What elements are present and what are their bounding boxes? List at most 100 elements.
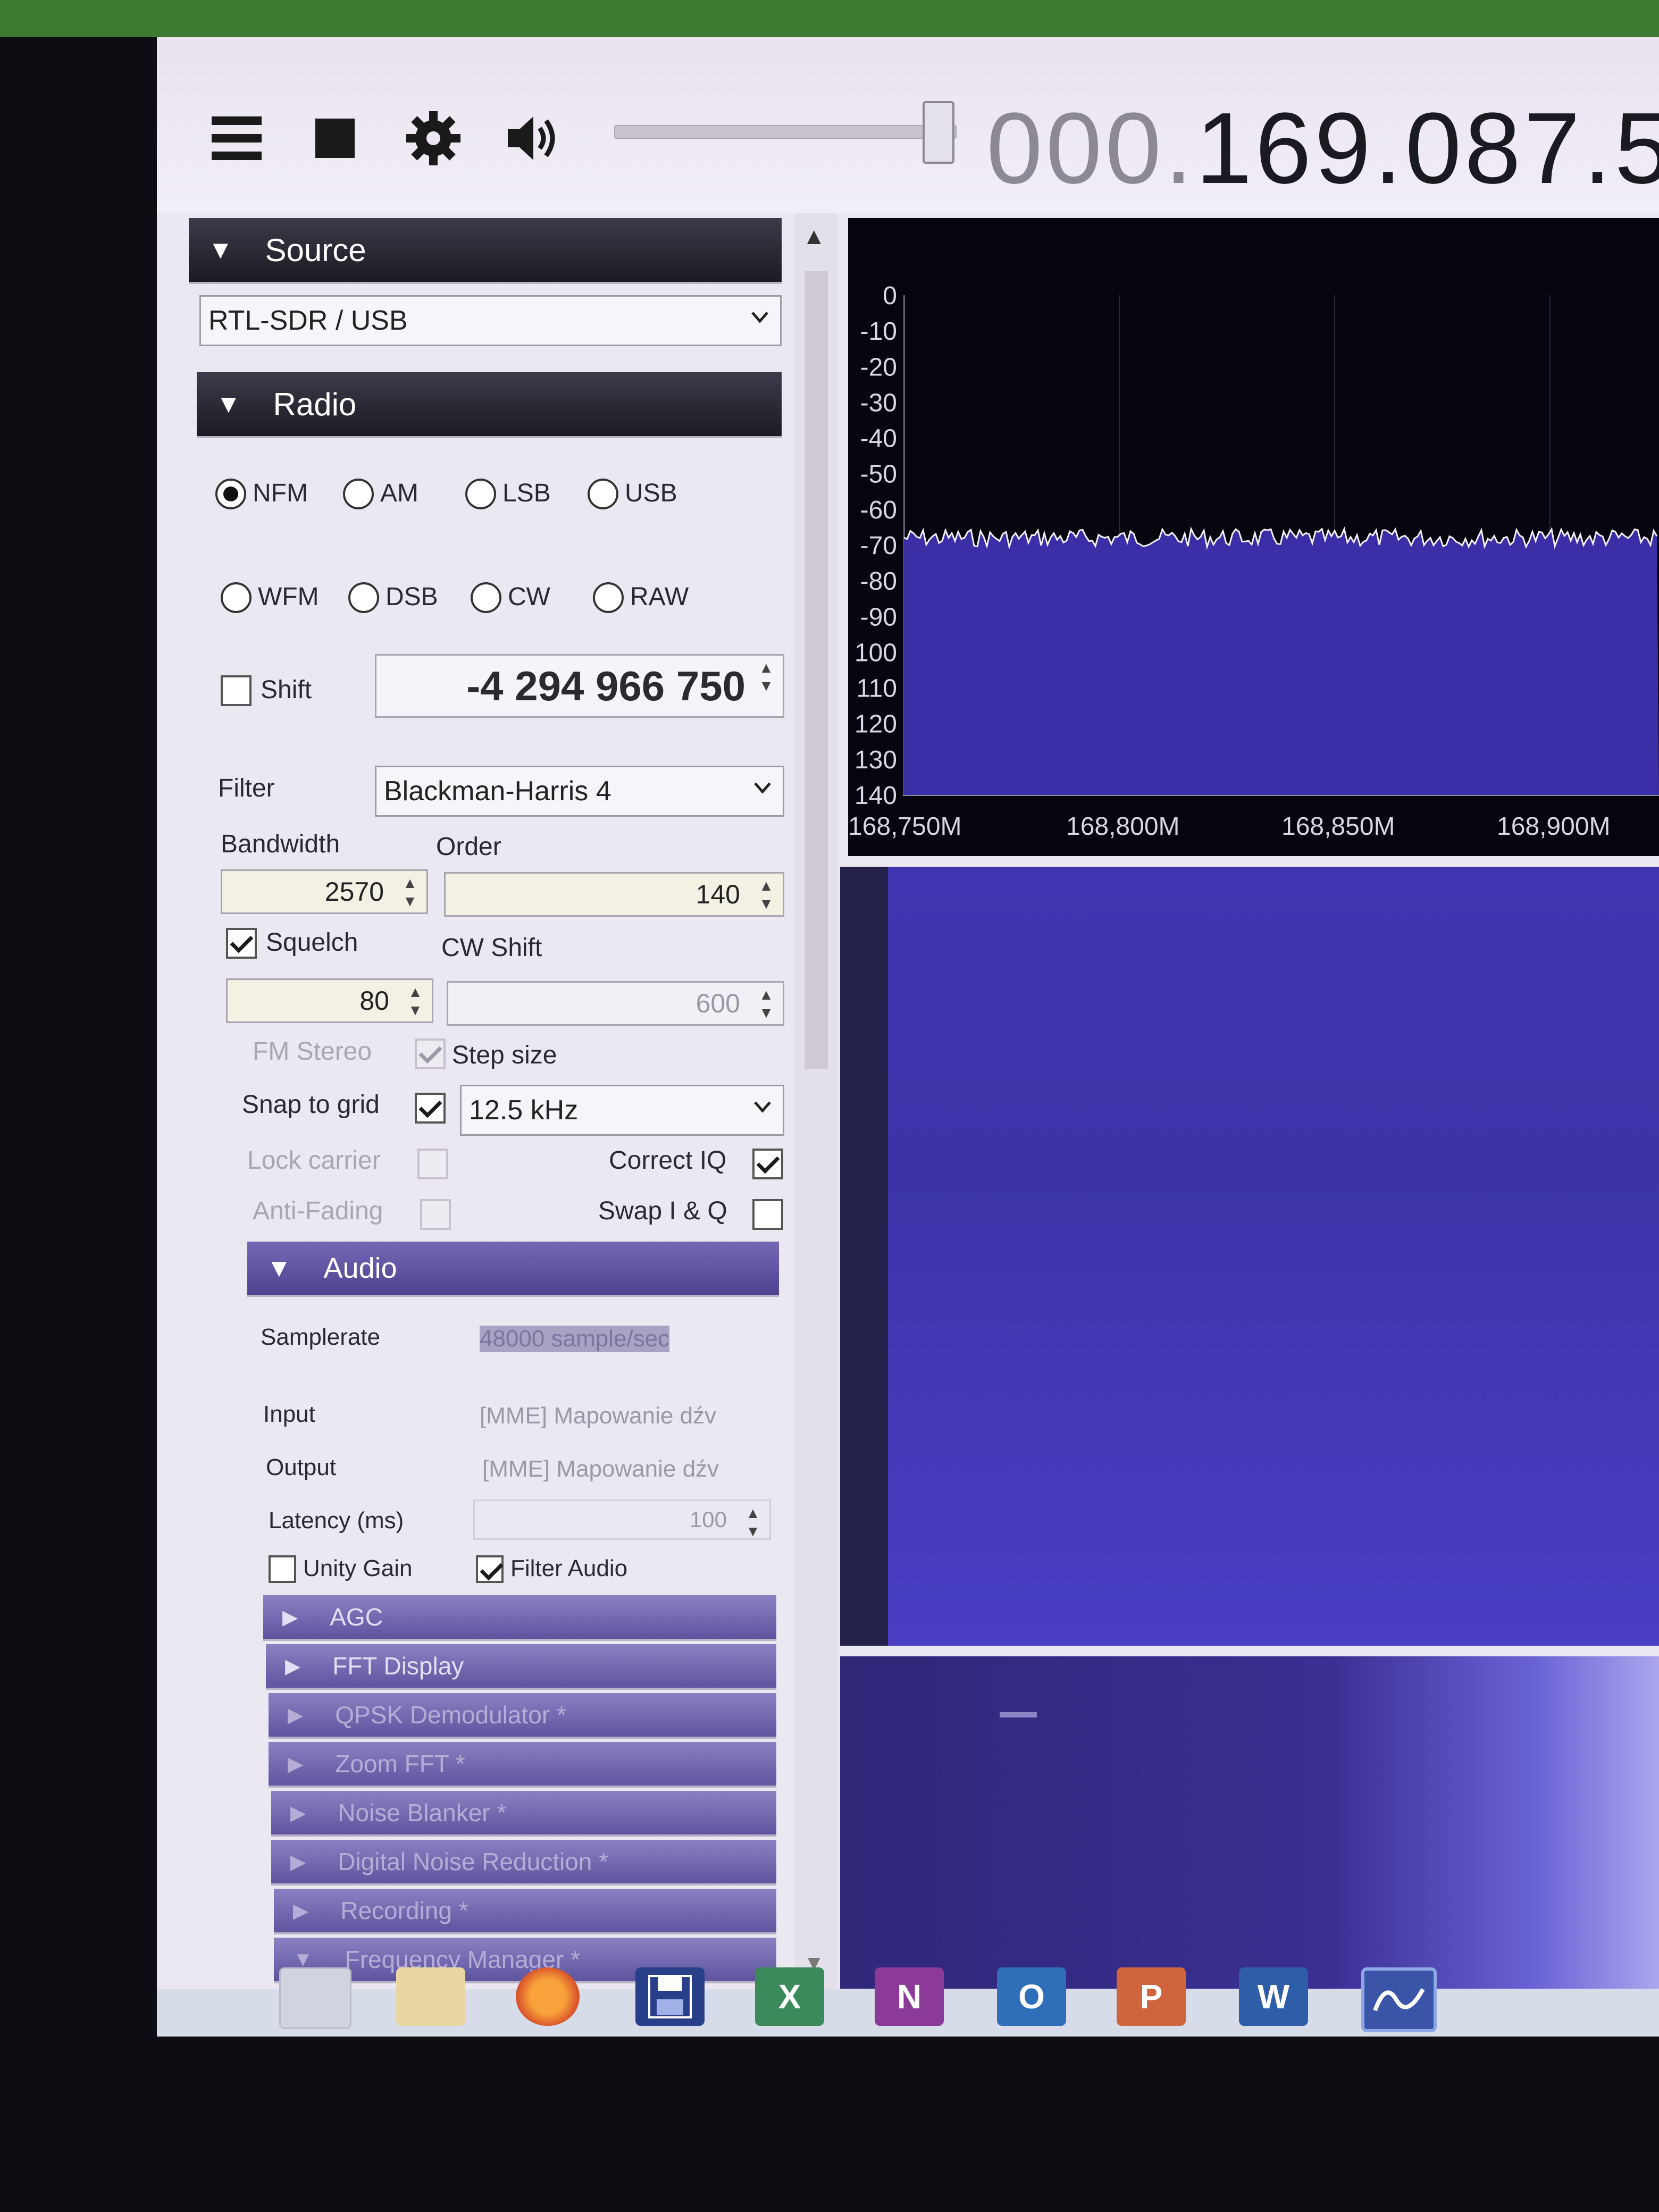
- agc-title: AGC: [330, 1603, 383, 1631]
- onenote-icon[interactable]: N: [875, 1967, 944, 2026]
- expand-triangle-icon: ▶: [290, 1802, 306, 1824]
- x-tick-label: 168,750M: [848, 812, 962, 841]
- samplerate-select[interactable]: 48000 sample/sec: [471, 1313, 768, 1364]
- snap-to-grid-label: Snap to grid: [242, 1091, 380, 1119]
- radio-title: Radio: [273, 386, 357, 422]
- sdrsharp-icon[interactable]: [1361, 1967, 1437, 2032]
- filter-select[interactable]: Blackman-Harris 4: [375, 766, 784, 817]
- file-explorer-icon[interactable]: [279, 1967, 351, 2029]
- expand-triangle-icon: ▶: [282, 1606, 298, 1629]
- cw-shift-label: CW Shift: [441, 934, 542, 962]
- stop-icon[interactable]: [306, 109, 364, 167]
- mode-radio-usb[interactable]: [588, 479, 618, 509]
- mode-radio-wfm[interactable]: [221, 582, 252, 613]
- unity-gain-checkbox[interactable]: [269, 1555, 296, 1583]
- waterfall-display[interactable]: [840, 867, 1659, 1646]
- spin-arrows-icon[interactable]: ▲ ▼: [398, 874, 422, 910]
- anti-fading-checkbox[interactable]: [420, 1199, 451, 1230]
- filter-value: Blackman-Harris 4: [384, 776, 611, 807]
- secondary-waterfall[interactable]: [840, 1656, 1659, 1989]
- noise-blanker-section-header[interactable]: ▶ Noise Blanker *: [271, 1791, 776, 1834]
- mode-label-nfm: NFM: [253, 479, 308, 507]
- recording-section-header[interactable]: ▶ Recording *: [274, 1889, 776, 1932]
- step-size-select[interactable]: 12.5 kHz: [460, 1085, 784, 1136]
- mode-radio-raw[interactable]: [593, 582, 624, 613]
- chevron-down-icon: [751, 312, 768, 323]
- outlook-icon[interactable]: O: [997, 1967, 1066, 2026]
- correct-iq-checkbox[interactable]: [752, 1149, 783, 1179]
- cw-shift-input[interactable]: 600 ▲ ▼: [447, 981, 784, 1026]
- scrollbar-thumb[interactable]: [805, 271, 828, 1069]
- volume-slider-track[interactable]: [614, 125, 957, 139]
- spin-arrows-icon[interactable]: ▲ ▼: [754, 877, 778, 913]
- bandwidth-input[interactable]: 2570 ▲ ▼: [221, 869, 428, 914]
- y-tick-label: 120: [854, 710, 897, 739]
- source-device-select[interactable]: RTL-SDR / USB: [199, 295, 782, 346]
- shift-checkbox[interactable]: [221, 675, 252, 706]
- latency-input[interactable]: 100 ▲ ▼: [473, 1499, 771, 1540]
- step-size-value: 12.5 kHz: [469, 1095, 579, 1126]
- powerpoint-icon[interactable]: P: [1117, 1967, 1186, 2026]
- frequency-display[interactable]: 000.169.087.50: [986, 90, 1659, 206]
- word-icon[interactable]: W: [1239, 1967, 1308, 2026]
- qpsk-title: QPSK Demodulator *: [335, 1701, 566, 1729]
- audio-input-value: [MME] Mapowanie dźv: [480, 1403, 717, 1429]
- frequency-digits: 169.087.50: [1195, 92, 1659, 205]
- audio-input-select[interactable]: [MME] Mapowanie dźv: [471, 1390, 768, 1442]
- squelch-checkbox[interactable]: [226, 928, 257, 959]
- squelch-input[interactable]: 80 ▲ ▼: [226, 978, 433, 1023]
- samplerate-value: 48000 sample/sec: [480, 1326, 670, 1352]
- agc-section-header[interactable]: ▶ AGC: [263, 1595, 776, 1639]
- spectrum-plot: 0 -10 -20 -30 -40 -50 -60 -70 -80 -90 100 110 120 130…: [848, 282, 1659, 841]
- excel-icon[interactable]: X: [755, 1967, 824, 2026]
- snap-to-grid-checkbox[interactable]: [415, 1093, 446, 1124]
- mode-radio-dsb[interactable]: [348, 582, 379, 613]
- panel-scrollbar[interactable]: ▲ ▼: [795, 213, 837, 1989]
- shift-value-input[interactable]: -4 294 966 750 ▲ ▼: [375, 654, 784, 718]
- mode-radio-am[interactable]: [343, 479, 374, 509]
- bandwidth-value: 2570: [324, 877, 384, 907]
- gear-icon[interactable]: [404, 109, 463, 167]
- y-tick-label: 100: [854, 639, 897, 667]
- mode-radio-nfm[interactable]: [215, 479, 246, 509]
- speaker-icon[interactable]: [502, 109, 561, 167]
- spectrum-display[interactable]: 0 -10 -20 -30 -40 -50 -60 -70 -80 -90 100 110 120 130…: [848, 218, 1659, 856]
- fm-stereo-label: FM Stereo: [253, 1037, 372, 1066]
- audio-section-header[interactable]: ▼ Audio: [247, 1242, 779, 1295]
- dnr-section-header[interactable]: ▶ Digital Noise Reduction *: [271, 1840, 776, 1883]
- sdr-application-window: 000.169.087.50 ▼ Source RTL-SDR / USB ▼ …: [157, 37, 1659, 2037]
- latency-value: 100: [689, 1507, 727, 1532]
- samplerate-label: Samplerate: [261, 1324, 381, 1350]
- folder-icon[interactable]: [396, 1967, 465, 2026]
- filter-audio-checkbox[interactable]: [476, 1555, 504, 1583]
- x-tick-label: 168,850M: [1281, 812, 1395, 841]
- zoom-fft-section-header[interactable]: ▶ Zoom FFT *: [269, 1742, 776, 1786]
- qpsk-section-header[interactable]: ▶ QPSK Demodulator *: [269, 1693, 776, 1737]
- source-section-header[interactable]: ▼ Source: [189, 218, 782, 282]
- mode-radio-lsb[interactable]: [465, 479, 496, 509]
- recording-title: Recording *: [340, 1897, 468, 1924]
- spin-arrows-icon[interactable]: ▲ ▼: [403, 983, 428, 1019]
- swap-iq-checkbox[interactable]: [752, 1199, 783, 1230]
- radio-section-header[interactable]: ▼ Radio: [197, 372, 782, 436]
- expand-triangle-icon: ▶: [288, 1704, 304, 1727]
- spectrum-fill: [904, 529, 1659, 795]
- mode-radio-cw[interactable]: [471, 582, 501, 613]
- lock-carrier-checkbox[interactable]: [417, 1149, 448, 1179]
- spin-arrows-icon[interactable]: ▲ ▼: [741, 1504, 765, 1540]
- x-tick-label: 168,800M: [1066, 812, 1180, 841]
- menu-icon[interactable]: [207, 109, 266, 167]
- spin-arrows-icon[interactable]: ▲ ▼: [754, 986, 778, 1022]
- order-input[interactable]: 140 ▲ ▼: [444, 872, 784, 917]
- scroll-up-icon[interactable]: ▲: [802, 223, 826, 250]
- y-tick-label: -90: [860, 603, 897, 631]
- audio-output-select[interactable]: [MME] Mapowanie dźv: [473, 1444, 768, 1495]
- save-icon[interactable]: [635, 1967, 705, 2026]
- spin-arrows-icon[interactable]: ▲ ▼: [754, 659, 778, 695]
- y-tick-label: -50: [860, 460, 897, 489]
- collapse-triangle-icon: ▼: [208, 236, 233, 264]
- firefox-icon[interactable]: [516, 1967, 580, 2026]
- volume-slider-handle[interactable]: [923, 101, 954, 164]
- fft-display-section-header[interactable]: ▶ FFT Display: [266, 1644, 776, 1688]
- fm-stereo-checkbox[interactable]: [415, 1038, 446, 1069]
